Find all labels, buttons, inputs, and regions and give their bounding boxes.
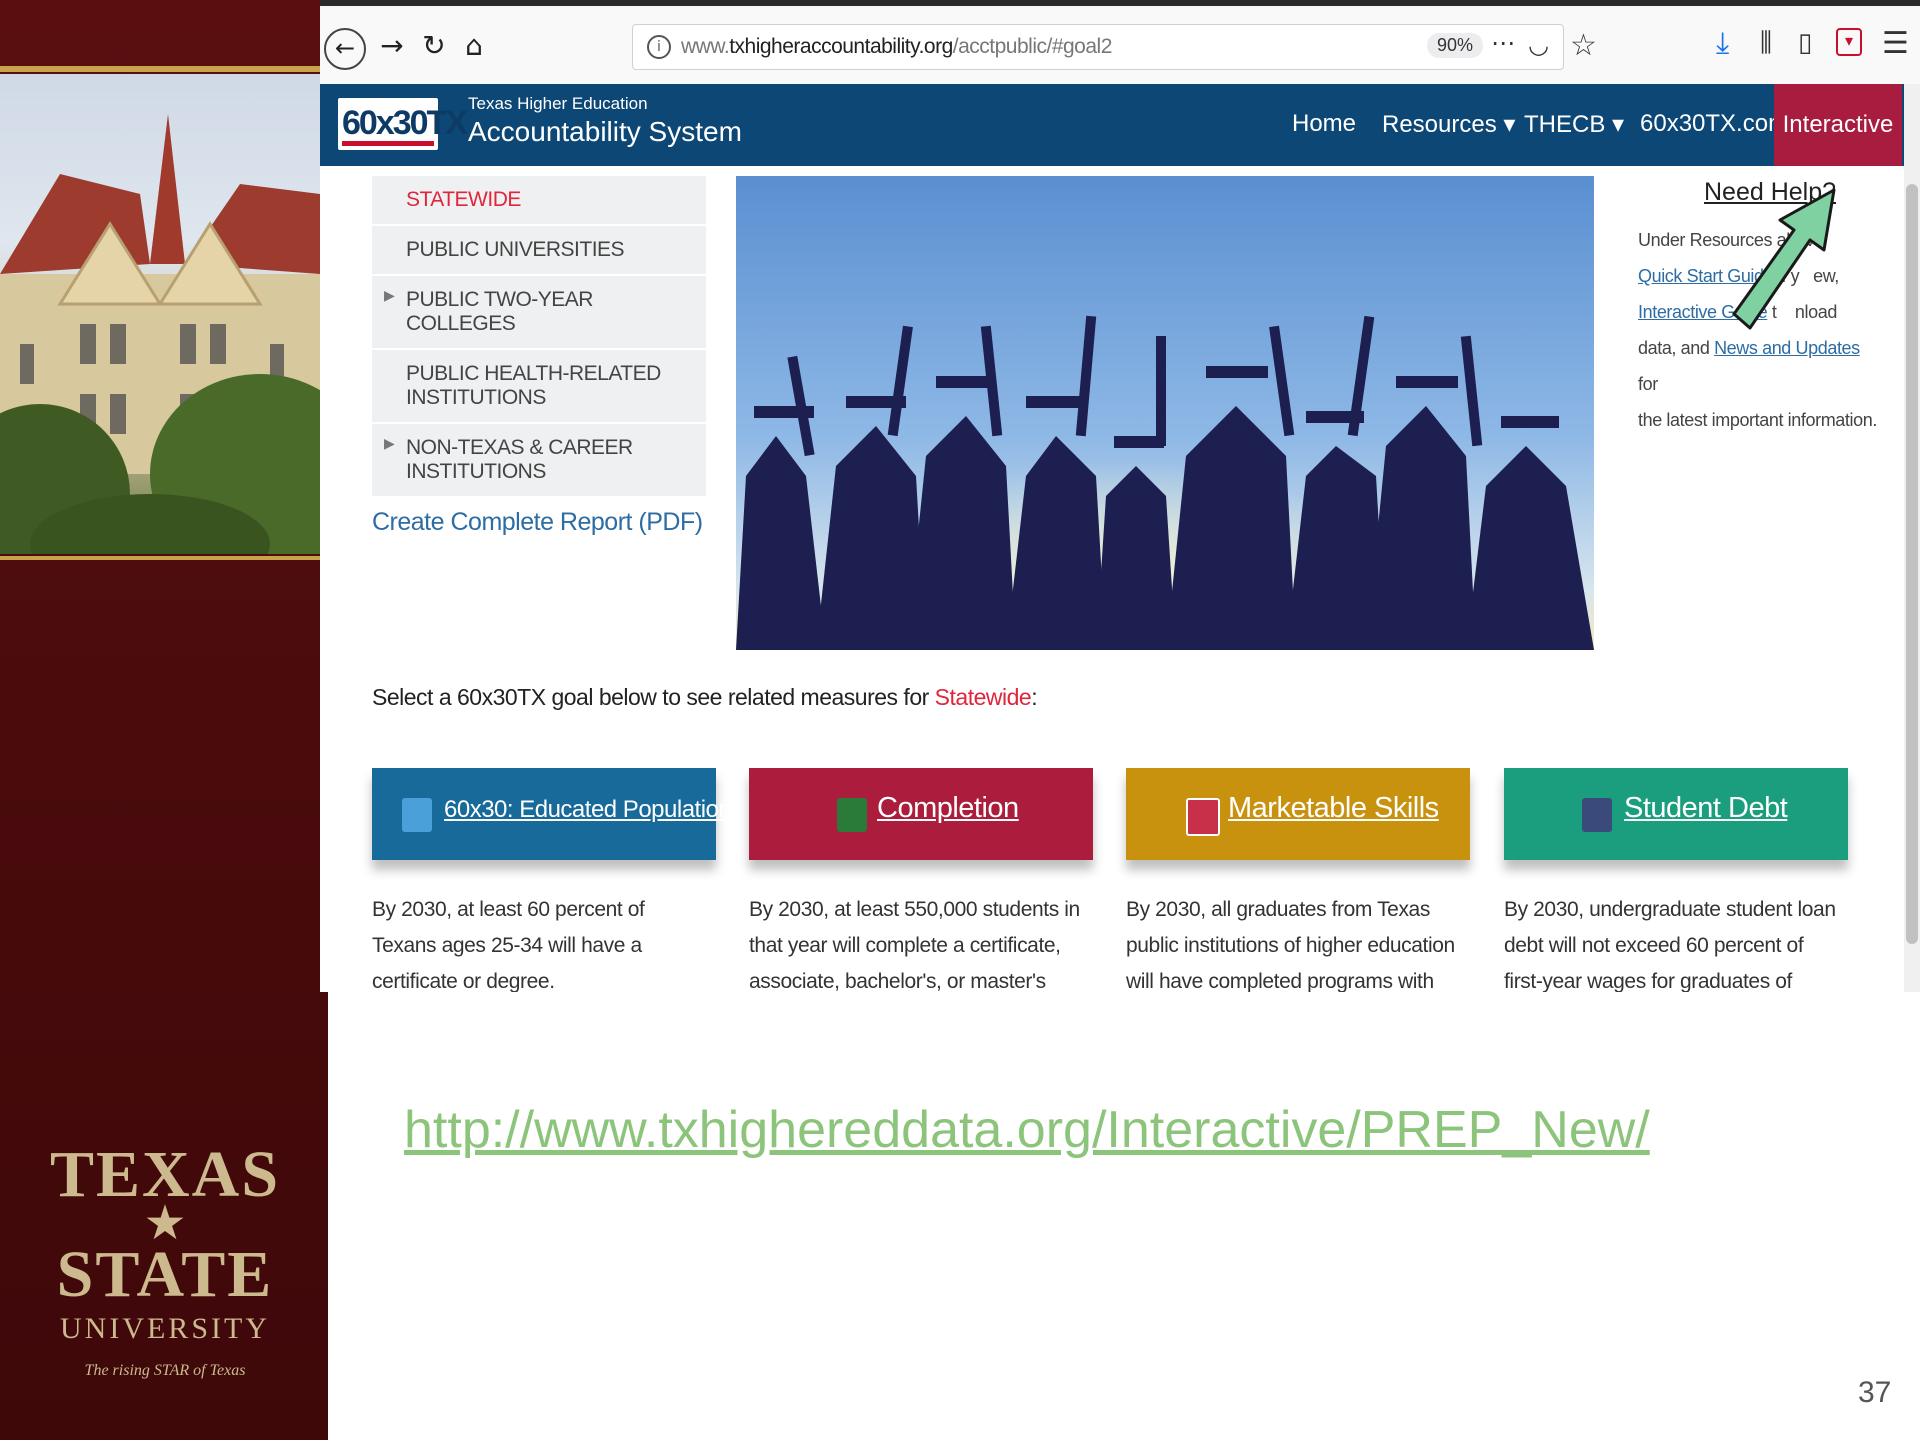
forward-icon[interactable]: → [372,26,412,66]
goal-card-marketable-skills[interactable]: Marketable Skills [1126,768,1470,860]
url-domain: txhigheraccountability.org [729,35,953,58]
slide-sidebar: TEXAS ★ STATE UNIVERSITY The rising STAR… [0,0,328,1440]
info-icon[interactable]: i [647,35,671,59]
runner-icon [837,798,867,832]
nav-60x30tx[interactable]: 60x30TX.com [1640,110,1788,138]
menu-item-public-universities[interactable]: PUBLIC UNIVERSITIES [372,226,706,276]
menu-item-label: PUBLIC UNIVERSITIES [406,238,625,261]
goal-label: Student Debt [1624,792,1788,824]
complete-report-link[interactable]: Create Complete Report (PDF) [372,508,703,537]
arrow-up-right-icon [1732,188,1836,330]
prep-url-link[interactable]: http://www.txhighereddata.org/Interactiv… [404,1100,1650,1160]
logo-line-state: STATE [56,1238,274,1311]
pocket-icon[interactable]: ◡ [1528,31,1549,59]
url-text[interactable]: www.txhigheraccountability.org/acctpubli… [681,35,1112,59]
star-icon[interactable]: ☆ [1570,28,1597,63]
site-subtitle: Texas Higher Education [468,94,648,113]
site-header: 60x30TX Texas Higher Education Accountab… [320,84,1920,166]
back-icon[interactable]: ← [324,28,366,70]
goal-description: By 2030, at least 550,000 students in th… [749,898,1080,992]
campus-building-photo [0,74,320,554]
menu-item-label: NON-TEXAS & CAREER INSTITUTIONS [406,436,633,483]
home-icon[interactable]: ⌂ [454,26,494,66]
menu-item-non-texas[interactable]: ▶ NON-TEXAS & CAREER INSTITUTIONS [372,424,706,498]
help-text: data, and [1638,338,1715,358]
goal-prompt-text: Select a 60x30TX goal below to see relat… [372,684,935,710]
menu-item-two-year-colleges[interactable]: ▶ PUBLIC TWO-YEAR COLLEGES [372,276,706,350]
menu-item-statewide[interactable]: STATEWIDE [372,176,706,226]
nav-thecb[interactable]: THECB ▾ [1524,110,1624,139]
browser-toolbar: ← → ↻ ⌂ i www.txhigheraccountability.org… [320,0,1920,84]
extension-icon[interactable]: ▾ [1836,28,1862,56]
url-path: /acctpublic/#goal2 [952,35,1113,58]
nav-interactive[interactable]: Interactive [1774,84,1902,166]
menu-item-health-related[interactable]: PUBLIC HEALTH-RELATED INSTITUTIONS [372,350,706,424]
goal-label: Completion [877,792,1019,824]
more-icon[interactable]: ⋯ [1491,29,1515,57]
goal-label: 60x30: Educated Population [444,796,732,823]
download-icon[interactable]: ⤓ [1716,26,1729,61]
goal-card-educated-population[interactable]: 60x30: Educated Population [372,768,732,860]
goal-description: By 2030, all graduates from Texas public… [1126,898,1455,992]
nav-home[interactable]: Home [1292,110,1356,138]
goal-prompt-suffix: : [1031,684,1038,710]
url-bar[interactable]: i www.txhigheraccountability.org/acctpub… [632,24,1564,70]
sidebar-icon[interactable]: ▯ [1798,28,1812,58]
browser-window: ← → ↻ ⌂ i www.txhigheraccountability.org… [320,0,1920,992]
institution-menu: STATEWIDE PUBLIC UNIVERSITIES ▶ PUBLIC TW… [372,176,706,498]
reload-icon[interactable]: ↻ [414,26,454,66]
nav-resources[interactable]: Resources ▾ [1382,110,1515,139]
menu-icon[interactable]: ☰ [1882,26,1909,61]
texas-state-logo: TEXAS ★ STATE UNIVERSITY The rising STAR… [30,1140,300,1380]
help-text: the latest important information. [1638,410,1877,430]
page-scrollbar[interactable] [1904,84,1920,992]
url-host: www. [681,35,730,58]
logo-tagline: The rising STAR of Texas [84,1362,246,1379]
scrollbar-thumb[interactable] [1906,184,1918,944]
graduates-hero-image [736,176,1594,650]
library-icon[interactable]: ⫼ [1760,28,1772,59]
slide-number: 37 [1858,1376,1892,1409]
news-updates-link[interactable]: News and Updates [1714,338,1860,358]
head-gear-icon [1186,798,1220,836]
menu-item-label: PUBLIC HEALTH-RELATED INSTITUTIONS [406,362,661,409]
goal-description: By 2030, undergraduate student loan debt… [1504,898,1836,992]
caret-right-icon: ▶ [384,288,395,304]
site-logo-text: 60x30TX [342,104,468,142]
goal-card-student-debt[interactable]: Student Debt [1504,768,1848,860]
help-text: for [1638,374,1658,394]
caret-right-icon: ▶ [384,436,395,452]
menu-item-label: PUBLIC TWO-YEAR COLLEGES [406,288,593,335]
zoom-badge[interactable]: 90% [1426,33,1483,58]
site-logo[interactable]: 60x30TX [338,98,468,150]
gold-stripe [0,66,328,72]
logo-stripe [342,141,434,146]
gold-stripe [0,556,328,560]
people-icon [402,798,432,832]
site-title: Accountability System [468,116,742,147]
goal-card-completion[interactable]: Completion [749,768,1093,860]
goal-prompt: Select a 60x30TX goal below to see relat… [372,684,1038,711]
goal-description: By 2030, at least 60 percent of Texans a… [372,898,645,992]
logo-line-university: UNIVERSITY [60,1312,270,1345]
menu-item-label: STATEWIDE [406,188,521,211]
goal-label: Marketable Skills [1228,792,1439,824]
goal-prompt-highlight: Statewide [934,684,1032,710]
dollar-icon [1582,798,1612,832]
